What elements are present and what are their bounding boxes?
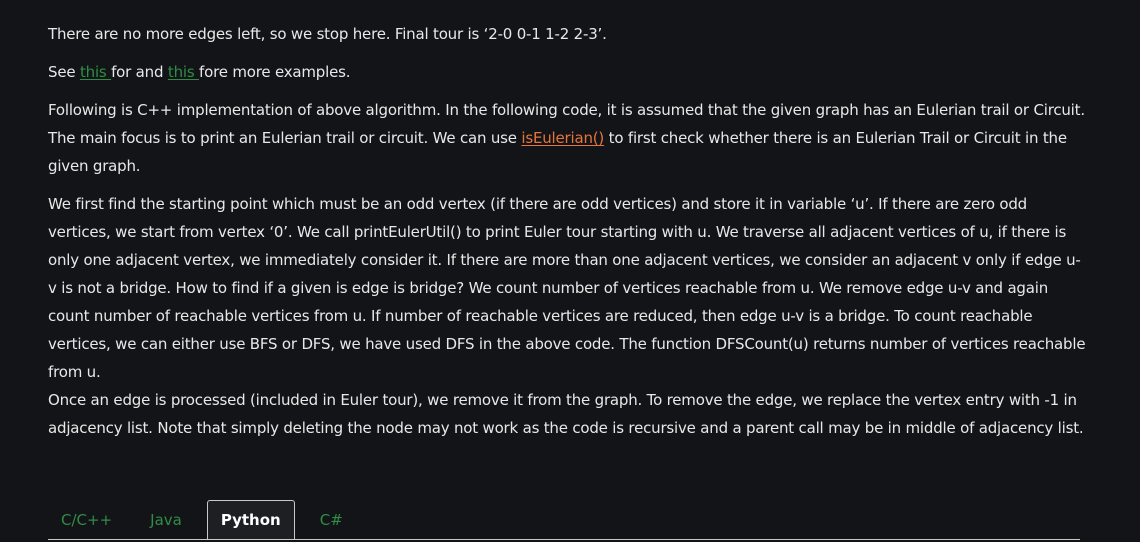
paragraph-starting-point: We first find the starting point which m… — [48, 195, 1086, 381]
code-panel-top-border — [48, 539, 1080, 540]
tab-java[interactable]: Java — [137, 500, 195, 540]
paragraph-implementation: Following is C++ implementation of above… — [48, 96, 1088, 180]
see-suffix: fore more examples. — [199, 63, 351, 81]
paragraph-see-more: See this for and this fore more examples… — [48, 58, 1088, 86]
is-eulerian-link[interactable]: isEulerian() — [521, 129, 604, 147]
see-prefix: See — [48, 63, 80, 81]
article-body: There are no more edges left, so we stop… — [48, 20, 1088, 442]
tab-cpp[interactable]: C/C++ — [48, 500, 125, 540]
tab-python[interactable]: Python — [206, 500, 295, 540]
tab-csharp[interactable]: C# — [307, 500, 356, 540]
this-link-2[interactable]: this — [168, 63, 199, 81]
paragraph-final-tour: There are no more edges left, so we stop… — [48, 25, 607, 43]
paragraph-edge-removal: Once an edge is processed (included in E… — [48, 391, 1084, 437]
this-link-1[interactable]: this — [80, 63, 111, 81]
language-tabs: C/C++ Java Python C# — [48, 499, 368, 540]
see-middle: for and — [111, 63, 168, 81]
